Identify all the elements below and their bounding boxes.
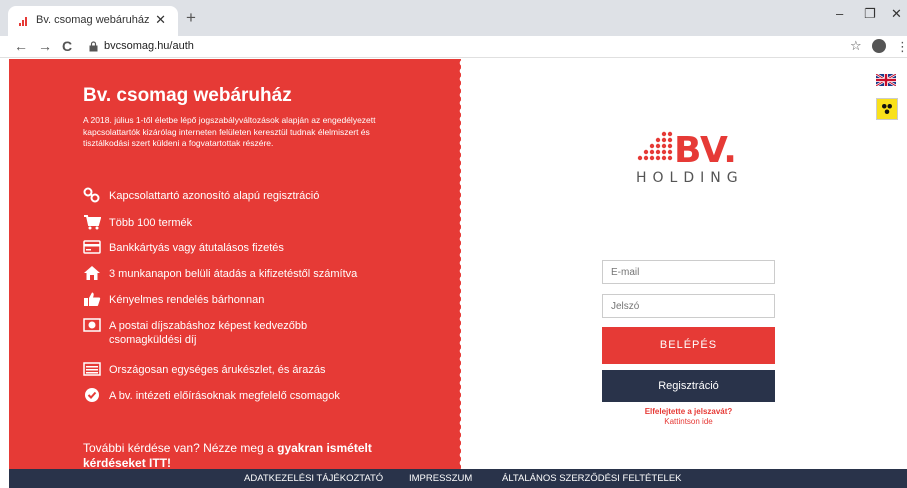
feature-item: Több 100 termék <box>83 214 443 234</box>
accessibility-icon[interactable] <box>876 98 898 120</box>
minimize-icon[interactable]: – <box>836 6 843 21</box>
feature-text: Bankkártyás vagy átutalásos fizetés <box>109 242 284 254</box>
feature-item: Kényelmes rendelés bárhonnan <box>83 291 443 311</box>
footer-link-impressum[interactable]: IMPRESSZUM <box>409 473 472 484</box>
logo-initials: BV. <box>674 130 737 171</box>
feature-text: A postai díjszabáshoz képest kedvezőbb c… <box>109 320 308 346</box>
profile-icon[interactable] <box>872 39 886 53</box>
browser-tab[interactable]: Bv. csomag webáruház ✕ <box>8 6 178 36</box>
browser-tabbar: Bv. csomag webáruház ✕ + – ❐ ✕ <box>0 0 907 36</box>
email-input[interactable] <box>602 260 775 284</box>
intro-text: A 2018. július 1-től életbe lépő jogszab… <box>83 115 376 148</box>
window-close-icon[interactable]: ✕ <box>891 6 902 22</box>
footer-link-privacy[interactable]: ADATKEZELÉSI TÁJÉKOZTATÓ <box>244 473 383 484</box>
page-title: Bv. csomag webáruház <box>83 85 292 106</box>
address-bar: ← → C bvcsomag.hu/auth ☆ ⋮ <box>0 36 907 58</box>
feature-text: A bv. intézeti előírásoknak megfelelő cs… <box>109 390 340 402</box>
logo-text: HOLDING <box>636 170 744 186</box>
list-icon <box>83 362 101 376</box>
tab-title: Bv. csomag webáruház <box>36 14 150 26</box>
feature-text: Országosan egységes árukészlet, és árazá… <box>109 364 326 376</box>
lock-icon <box>89 41 98 52</box>
feature-item: 3 munkanapon belüli átadás a kifizetéstő… <box>83 265 443 285</box>
perforated-edge <box>455 59 463 469</box>
bar-chart-favicon-icon <box>19 17 27 26</box>
url-input[interactable]: bvcsomag.hu/auth <box>104 40 194 52</box>
register-button[interactable]: Regisztráció <box>602 370 775 402</box>
browser-menu-icon[interactable]: ⋮ <box>896 39 907 55</box>
home-icon <box>84 266 100 280</box>
money-icon <box>83 318 101 332</box>
feature-text: 3 munkanapon belüli átadás a kifizetéstő… <box>109 268 358 280</box>
footer: ADATKEZELÉSI TÁJÉKOZTATÓ IMPRESSZUM ÁLTA… <box>9 469 907 488</box>
feature-item: A postai díjszabáshoz képest kedvezőbb c… <box>83 317 443 353</box>
bookmark-star-icon[interactable]: ☆ <box>850 38 862 54</box>
tab-close-icon[interactable]: ✕ <box>155 12 166 28</box>
reload-icon[interactable]: C <box>62 38 72 54</box>
forgot-password-link[interactable]: Kattintson ide <box>602 417 775 427</box>
faq-prefix: További kérdése van? Nézze meg a <box>83 441 278 455</box>
cart-icon <box>84 215 101 230</box>
feature-text: Kényelmes rendelés bárhonnan <box>109 294 265 306</box>
faq-text: További kérdése van? Nézze meg a gyakran… <box>83 441 403 469</box>
credit-card-icon <box>83 240 101 254</box>
feature-text: Kapcsolattartó azonosító alapú regisztrá… <box>109 190 320 202</box>
check-circle-icon <box>85 388 99 402</box>
feature-item: Bankkártyás vagy átutalásos fizetés <box>83 239 443 259</box>
thumbs-up-icon <box>84 292 101 306</box>
link-icon <box>83 187 100 203</box>
info-panel: Bv. csomag webáruház A 2018. július 1-tő… <box>9 59 461 469</box>
feature-item: A bv. intézeti előírásoknak megfelelő cs… <box>83 387 443 407</box>
forgot-password: Elfelejtette a jelszavát? Kattintson ide <box>602 407 775 427</box>
feature-text: Több 100 termék <box>109 217 193 229</box>
forward-icon[interactable]: → <box>38 38 52 54</box>
new-tab-icon[interactable]: + <box>186 8 196 28</box>
feature-item: Országosan egységes árukészlet, és árazá… <box>83 361 443 381</box>
login-button[interactable]: BELÉPÉS <box>602 327 775 364</box>
restore-icon[interactable]: ❐ <box>864 6 876 22</box>
back-icon[interactable]: ← <box>14 38 28 54</box>
uk-flag-icon[interactable] <box>876 74 896 86</box>
forgot-password-question[interactable]: Elfelejtette a jelszavát? <box>602 407 775 417</box>
password-input[interactable] <box>602 294 775 318</box>
feature-item: Kapcsolattartó azonosító alapú regisztrá… <box>83 187 443 207</box>
footer-link-terms[interactable]: ÁLTALÁNOS SZERZŐDÉSI FELTÉTELEK <box>502 473 682 484</box>
